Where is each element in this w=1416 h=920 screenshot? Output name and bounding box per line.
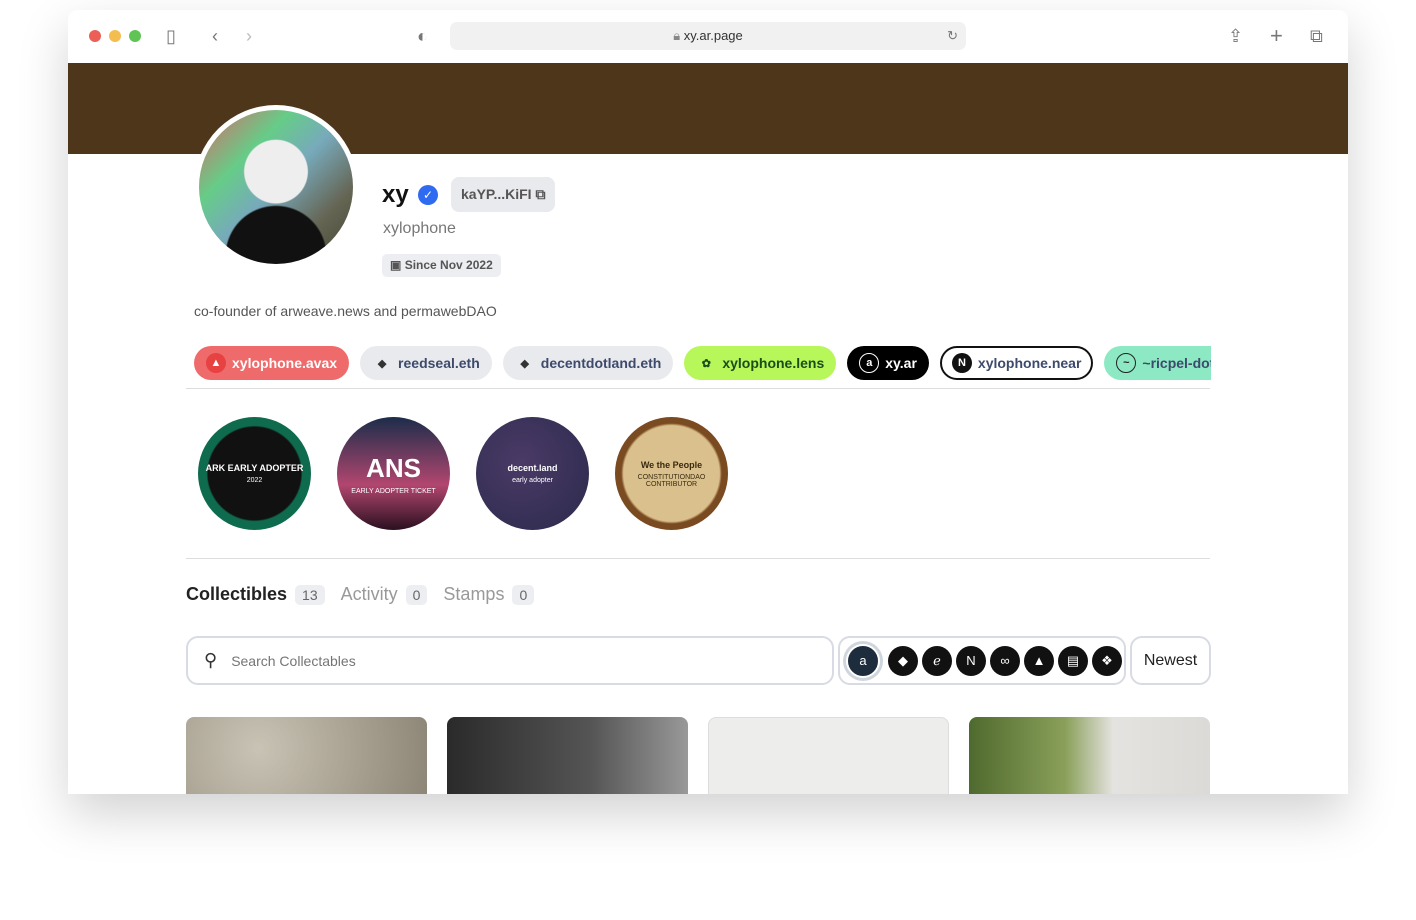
share-icon[interactable]: ⇪	[1228, 24, 1243, 48]
identity-chip[interactable]: Nxylophone.near	[939, 346, 1094, 380]
profile-name: xy	[382, 181, 409, 208]
tab-label: Activity	[340, 584, 398, 604]
chip-label: xylophone.near	[977, 355, 1082, 371]
badge-title: decent.land	[507, 463, 558, 473]
address-bar[interactable]: 🔒︎ xy.ar.page ↻	[450, 22, 966, 50]
badge-ark-early-adopter[interactable]: ARK EARLY ADOPTER 2022	[198, 417, 311, 530]
chip-label: decentdotland.eth	[540, 355, 662, 371]
ethereum-icon: ◆	[520, 357, 529, 370]
badge-constitutiondao[interactable]: We the People CONSTITUTIONDAO CONTRIBUTOR	[615, 417, 728, 530]
sort-dropdown[interactable]: Newest	[1130, 636, 1211, 685]
browser-toolbar: ▯ ‹ › ◐ 🔒︎ xy.ar.page ↻ ⇪ + ⧉	[68, 10, 1348, 63]
browser-window: ▯ ‹ › ◐ 🔒︎ xy.ar.page ↻ ⇪ + ⧉ xy ✓ kaYP..…	[68, 10, 1348, 794]
reload-icon[interactable]: ↻	[947, 22, 958, 50]
tab-collectibles[interactable]: Collectibles 13	[186, 584, 325, 605]
urbit-icon: ~	[1116, 353, 1137, 373]
identity-chip[interactable]: a xy.ar	[847, 346, 929, 380]
avalanche-chain-icon[interactable]: ▲	[1024, 645, 1054, 676]
new-tab-icon[interactable]: +	[1270, 24, 1283, 48]
arweave-icon: a	[859, 353, 880, 373]
forward-icon[interactable]: ›	[246, 24, 252, 48]
search-bar: ⚲	[186, 636, 834, 685]
verified-icon: ✓	[418, 185, 438, 205]
chip-label: reedseal.eth	[398, 355, 480, 371]
near-chain-icon[interactable]: N	[956, 645, 986, 676]
minimize-window-button[interactable]	[109, 30, 121, 42]
avatar	[194, 105, 358, 269]
close-window-button[interactable]	[89, 30, 101, 42]
tab-count: 0	[512, 584, 535, 605]
divider	[186, 388, 1210, 389]
profile-bio: co-founder of arweave.news and permawebD…	[194, 303, 497, 319]
badge-title: ARK EARLY ADOPTER	[205, 463, 304, 473]
badge-title: We the People	[640, 459, 703, 470]
profile-handle: xylophone	[383, 220, 456, 237]
polygon-chain-icon[interactable]: ∞	[990, 645, 1020, 676]
lock-icon: 🔒︎	[673, 28, 681, 43]
identity-chip[interactable]: ◆ decentdotland.eth	[502, 346, 674, 380]
copy-address-button[interactable]: kaYP...KiFI ⧉	[451, 177, 556, 212]
ethereum-icon: ◆	[377, 357, 387, 370]
maximize-window-button[interactable]	[129, 30, 141, 42]
divider	[186, 558, 1210, 559]
lens-icon: ✿	[701, 357, 711, 370]
badge-title: ANS	[366, 452, 421, 483]
collectible-card[interactable]	[186, 717, 427, 794]
tab-activity[interactable]: Activity 0	[341, 584, 428, 605]
collectibles-grid	[186, 717, 1210, 794]
collectible-card[interactable]	[969, 717, 1210, 794]
copy-icon: ⧉	[535, 186, 546, 202]
search-icon: ⚲	[204, 650, 218, 670]
tab-label: Stamps	[443, 584, 505, 604]
everpay-chain-icon[interactable]: ℯ	[922, 645, 952, 676]
tab-stamps[interactable]: Stamps 0	[443, 584, 535, 605]
badge-subtitle: early adopter	[512, 477, 553, 484]
badge-subtitle: CONSTITUTIONDAO CONTRIBUTOR	[637, 473, 706, 488]
since-text: Since Nov 2022	[404, 258, 493, 272]
since-badge: ▣ Since Nov 2022	[382, 254, 501, 277]
badge-ans-early-adopter[interactable]: ANS EARLY ADOPTER TICKET	[337, 417, 450, 530]
badges-row: ARK EARLY ADOPTER 2022 ANS EARLY ADOPTER TI…	[198, 417, 728, 530]
ethereum-chain-icon[interactable]: ◆	[888, 645, 918, 676]
chip-label: xylophone.lens	[722, 355, 825, 371]
chain-filter: a ◆ ℯ N ∞ ▲ ▤ ❖	[838, 636, 1126, 685]
arweave-chain-icon[interactable]: a	[846, 643, 880, 678]
chip-label: xy.ar	[885, 355, 917, 371]
near-icon: N	[951, 353, 972, 373]
badge-decent-land-early-adopter[interactable]: decent.land early adopter	[476, 417, 589, 530]
avalanche-icon: ▲	[206, 353, 226, 373]
badge-subtitle: 2022	[246, 477, 263, 484]
tab-label: Collectibles	[186, 584, 288, 604]
collectible-card[interactable]	[708, 717, 949, 794]
fantom-chain-icon[interactable]: ▤	[1058, 645, 1088, 676]
bnb-chain-icon[interactable]: ❖	[1092, 645, 1122, 676]
chip-label: ~ricpel-dotn	[1142, 355, 1211, 371]
tab-count: 13	[295, 584, 325, 605]
identity-chip[interactable]: ~ ~ricpel-dotn	[1104, 346, 1211, 380]
shield-icon[interactable]: ◐	[417, 24, 428, 48]
search-input[interactable]	[231, 652, 792, 669]
calendar-icon: ▣	[390, 258, 402, 272]
back-icon[interactable]: ‹	[212, 24, 218, 48]
profile-tabs: Collectibles 13 Activity 0 Stamps 0	[186, 584, 535, 605]
collectible-card[interactable]	[447, 717, 688, 794]
sidebar-icon[interactable]: ▯	[166, 24, 176, 48]
identity-chip[interactable]: ◆ reedseal.eth	[360, 346, 492, 380]
badge-subtitle: EARLY ADOPTER TICKET	[351, 487, 436, 495]
tab-count: 0	[405, 584, 428, 605]
identity-chips: ▲ xylophone.avax ◆ reedseal.eth ◆ decentdotla…	[194, 346, 1211, 382]
identity-chip[interactable]: ▲ xylophone.avax	[194, 346, 350, 380]
identity-chip[interactable]: ✿ xylophone.lens	[684, 346, 837, 380]
chip-label: xylophone.avax	[232, 355, 338, 371]
url-text: xy.ar.page	[683, 28, 743, 43]
tabs-overview-icon[interactable]: ⧉	[1310, 24, 1323, 48]
address-text: kaYP...KiFI	[461, 186, 532, 202]
